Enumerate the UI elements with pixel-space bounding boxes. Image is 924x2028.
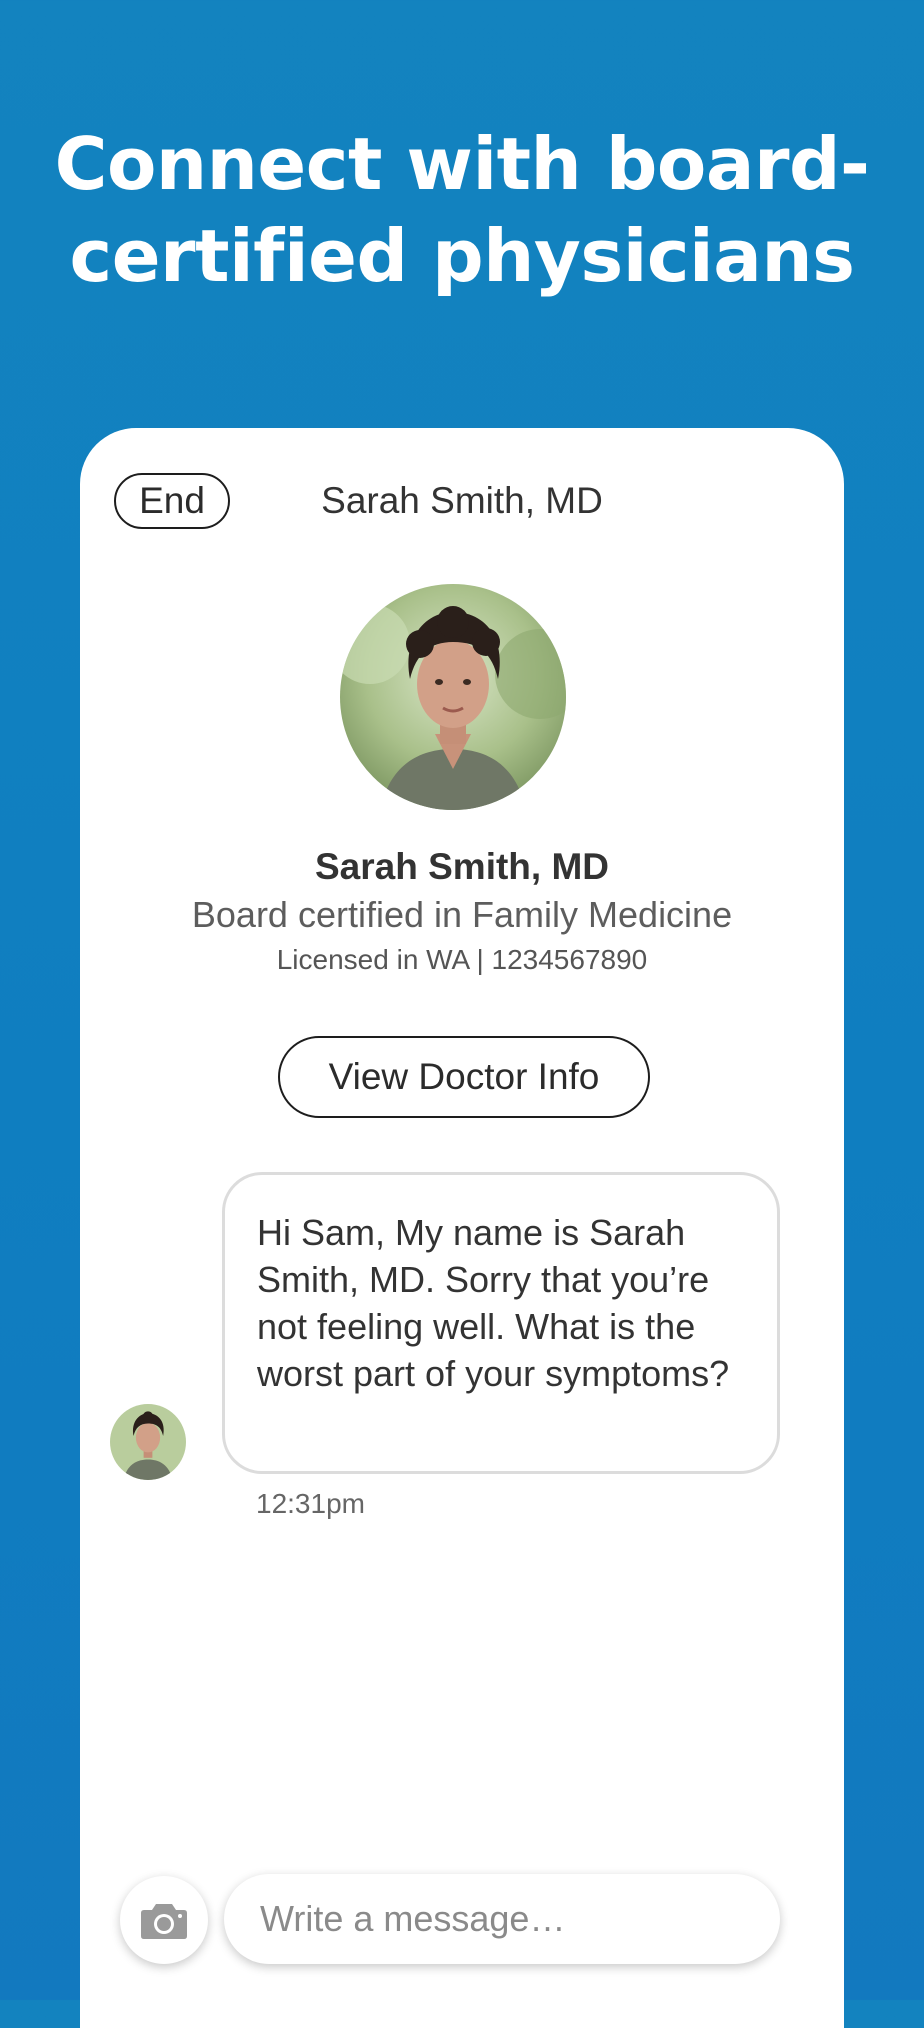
header-doctor-name: Sarah Smith, MD bbox=[321, 480, 603, 521]
headline-line-2: certified physicians bbox=[69, 214, 855, 298]
message-input[interactable] bbox=[224, 1874, 780, 1964]
doctor-photo bbox=[340, 584, 566, 810]
message-avatar bbox=[110, 1404, 186, 1480]
message-timestamp: 12:31pm bbox=[256, 1488, 365, 1519]
doctor-specialty: Board certified in Family Medicine bbox=[191, 894, 733, 935]
doctor-license: Licensed in WA | 1234567890 bbox=[276, 944, 648, 975]
view-doctor-info-button[interactable]: View Doctor Info bbox=[278, 1036, 650, 1118]
headline: Connect with board- certified physicians bbox=[0, 118, 924, 302]
camera-icon bbox=[141, 1904, 187, 1939]
headline-line-1: Connect with board- bbox=[54, 122, 870, 206]
message-bubble: Hi Sam, My name is Sarah Smith, MD. Sorr… bbox=[222, 1172, 780, 1474]
camera-button[interactable] bbox=[120, 1876, 208, 1964]
chat-screen: End Sarah Smith, MD Sarah Smith, MD Boar… bbox=[80, 428, 844, 2028]
doctor-name: Sarah Smith, MD bbox=[315, 846, 609, 887]
